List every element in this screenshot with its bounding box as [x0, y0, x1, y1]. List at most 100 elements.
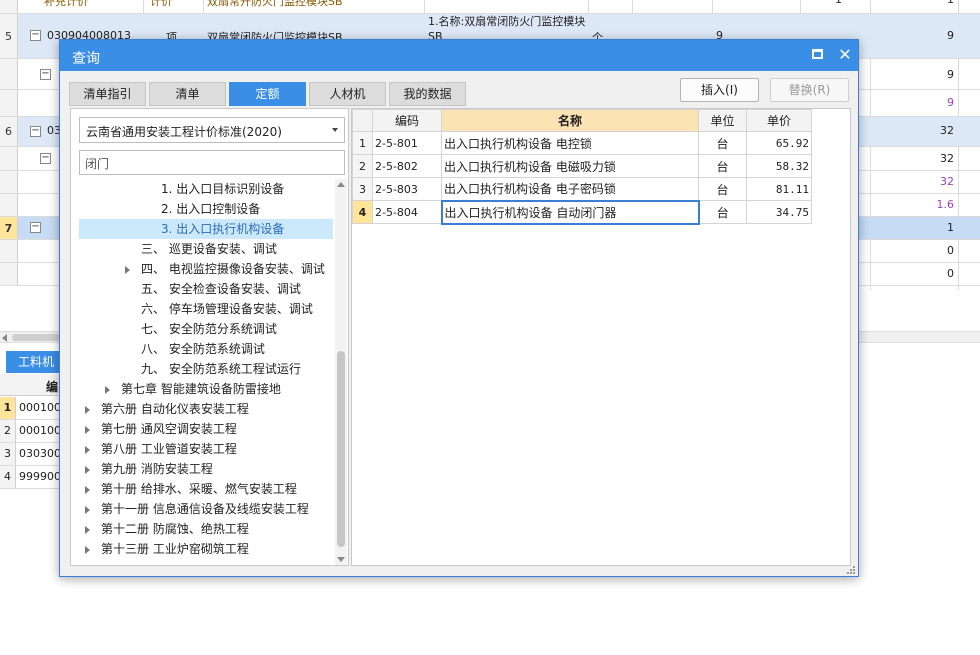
row-code[interactable]: 2-5-803	[372, 177, 442, 201]
query-dialog: 查询 ✕ 清单指引 清单 定额 人材机 我的数据 插入(I) 替换(R) 云南省…	[59, 39, 859, 577]
tree-item[interactable]: 九、 安全防范系统工程试运行	[79, 359, 333, 379]
tree-item[interactable]: 七、 安全防范分系统调试	[79, 319, 333, 339]
tree-item[interactable]: 第十二册 防腐蚀、绝热工程	[79, 519, 333, 539]
row-code[interactable]: 2-5-802	[372, 154, 442, 178]
tab-bill-guide[interactable]: 清单指引	[69, 82, 146, 106]
row-name[interactable]: 出入口执行机构设备 电控锁	[441, 131, 699, 155]
row-code[interactable]: 2-5-801	[372, 131, 442, 155]
tree-item[interactable]: 2. 出入口控制设备	[79, 199, 333, 219]
tree-item[interactable]: 第七章 智能建筑设备防雷接地	[79, 379, 333, 399]
tree-item-label: 第七册 通风空调安装工程	[101, 422, 237, 436]
row-unit[interactable]: 台	[698, 177, 747, 201]
collapse-icon[interactable]: −	[30, 30, 41, 41]
row-number: 6	[0, 117, 18, 146]
tab-labor-material-machine[interactable]: 人材机	[309, 82, 386, 106]
column-header-name[interactable]: 名称	[441, 109, 699, 132]
expand-arrow-icon[interactable]	[85, 546, 90, 554]
table-row[interactable]: 2 0001001	[0, 420, 68, 443]
row-unit[interactable]: 台	[698, 200, 747, 224]
row-value: 9	[947, 96, 954, 109]
row-number: 1	[352, 131, 373, 155]
expand-arrow-icon[interactable]	[85, 486, 90, 494]
tab-my-data[interactable]: 我的数据	[389, 82, 466, 106]
tree-item[interactable]: 第九册 消防安装工程	[79, 459, 333, 479]
collapse-icon[interactable]: −	[30, 222, 41, 233]
tree-item-label: 第九册 消防安装工程	[101, 462, 213, 476]
tab-materials[interactable]: 工料机显	[6, 351, 64, 391]
tree-item-label: 2. 出入口控制设备	[161, 202, 261, 216]
row-number	[0, 263, 18, 285]
table-row[interactable]: 3 0303001	[0, 443, 68, 466]
tree-item[interactable]: 五、 安全检查设备安装、调试	[79, 279, 333, 299]
row-name[interactable]: 出入口执行机构设备 电子密码锁	[441, 177, 699, 201]
chevron-down-icon[interactable]	[332, 128, 338, 132]
scroll-thumb[interactable]	[12, 334, 60, 341]
table-row[interactable]: 补充计价 计价 双扇常开防火门监控模块SB 1 1	[0, 0, 980, 14]
column-header-code[interactable]: 编码	[372, 109, 442, 132]
expand-arrow-icon[interactable]	[85, 406, 90, 414]
tree-item[interactable]: 三、 巡更设备安装、调试	[79, 239, 333, 259]
maximize-icon[interactable]	[812, 49, 823, 59]
row-price[interactable]: 65.92	[746, 131, 812, 155]
collapse-icon[interactable]: −	[40, 69, 51, 80]
standard-select-value: 云南省通用安装工程计价标准(2020)	[86, 125, 282, 139]
tree-item[interactable]: 第八册 工业管道安装工程	[79, 439, 333, 459]
resize-grip-icon[interactable]	[846, 565, 856, 575]
table-row[interactable]: 1 0001001	[0, 397, 68, 420]
search-input[interactable]: 闭门	[79, 150, 345, 175]
insert-button[interactable]: 插入(I)	[680, 78, 759, 102]
tree-item-label: 五、 安全检查设备安装、调试	[141, 282, 301, 296]
close-icon[interactable]: ✕	[836, 44, 854, 66]
row-unit[interactable]: 台	[698, 154, 747, 178]
tree-item[interactable]: 1. 出入口目标识别设备	[79, 179, 333, 199]
tree-item[interactable]: 第十册 给排水、采暖、燃气安装工程	[79, 479, 333, 499]
row-price[interactable]: 58.32	[746, 154, 812, 178]
row-type: 计价	[150, 0, 172, 8]
tree-item[interactable]: 第七册 通风空调安装工程	[79, 419, 333, 439]
tree-item-selected[interactable]: 3. 出入口执行机构设备	[79, 219, 333, 239]
tree-item[interactable]: 八、 安全防范系统调试	[79, 339, 333, 359]
quota-results-pane: 编码 名称 单位 单价 1 2-5-801 出入口执行机构设备 电控锁 台 65…	[351, 108, 851, 566]
tab-bill[interactable]: 清单	[149, 82, 226, 106]
row-name[interactable]: 出入口执行机构设备 自动闭门器	[440, 199, 700, 225]
scroll-thumb[interactable]	[337, 351, 345, 547]
table-row[interactable]: 3 2-5-803 出入口执行机构设备 电子密码锁 台 81.11	[352, 177, 812, 201]
expand-arrow-icon[interactable]	[85, 446, 90, 454]
tree-item[interactable]: 四、 电视监控摄像设备安装、调试	[79, 259, 333, 279]
expand-arrow-icon[interactable]	[125, 266, 130, 274]
tree-item[interactable]: 六、 停车场管理设备安装、调试	[79, 299, 333, 319]
tree-item[interactable]: 第十三册 工业炉窑砌筑工程	[79, 539, 333, 559]
expand-arrow-icon[interactable]	[85, 466, 90, 474]
column-header-unit[interactable]: 单位	[698, 109, 747, 132]
collapse-icon[interactable]: −	[40, 153, 51, 164]
row-code[interactable]: 2-5-804	[372, 200, 442, 224]
table-row[interactable]: 1 2-5-801 出入口执行机构设备 电控锁 台 65.92	[352, 131, 812, 155]
expand-arrow-icon[interactable]	[85, 506, 90, 514]
row-name[interactable]: 出入口执行机构设备 电磁吸力锁	[441, 154, 699, 178]
tree-item-label: 1. 出入口目标识别设备	[161, 182, 285, 196]
standard-select[interactable]: 云南省通用安装工程计价标准(2020)	[79, 117, 345, 143]
column-header-price[interactable]: 单价	[746, 109, 812, 132]
collapse-icon[interactable]: −	[30, 126, 41, 137]
row-price[interactable]: 34.75	[746, 200, 812, 224]
tree-item-label: 第八册 工业管道安装工程	[101, 442, 237, 456]
tab-quota[interactable]: 定额	[229, 82, 306, 106]
table-row-current[interactable]: 4 2-5-804 出入口执行机构设备 自动闭门器 台 34.75	[352, 199, 812, 225]
row-number: 4	[0, 466, 16, 488]
expand-arrow-icon[interactable]	[85, 526, 90, 534]
tree-vertical-scrollbar[interactable]	[335, 179, 347, 565]
table-row[interactable]: 2 2-5-802 出入口执行机构设备 电磁吸力锁 台 58.32	[352, 154, 812, 178]
expand-arrow-icon[interactable]	[85, 426, 90, 434]
row-unit[interactable]: 台	[698, 131, 747, 155]
dialog-titlebar[interactable]: 查询 ✕	[60, 40, 858, 71]
scroll-up-icon[interactable]	[337, 182, 345, 187]
row-price[interactable]: 81.11	[746, 177, 812, 201]
scroll-left-icon[interactable]	[2, 334, 7, 342]
replace-button[interactable]: 替换(R)	[770, 78, 849, 102]
row-value: 32	[940, 175, 954, 188]
tree-item[interactable]: 第六册 自动化仪表安装工程	[79, 399, 333, 419]
tree-item[interactable]: 第十一册 信息通信设备及线缆安装工程	[79, 499, 333, 519]
expand-arrow-icon[interactable]	[105, 386, 110, 394]
scroll-down-icon[interactable]	[337, 557, 345, 562]
table-row[interactable]: 4 9999001	[0, 466, 68, 489]
